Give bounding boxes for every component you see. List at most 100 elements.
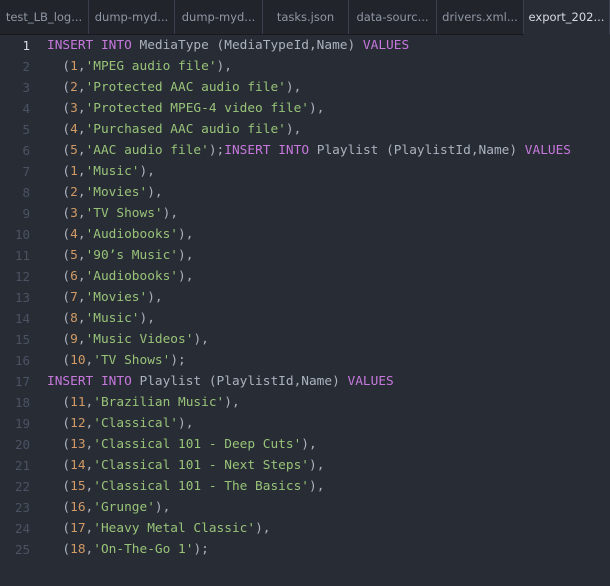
code-token: ( bbox=[47, 206, 71, 221]
code-token: 18 bbox=[70, 542, 86, 557]
line-number: 12 bbox=[14, 269, 30, 284]
code-text: (2,'Movies'), bbox=[47, 182, 162, 203]
code-token: 'Brazilian Music' bbox=[93, 395, 225, 410]
code-token: ), bbox=[309, 101, 325, 116]
line-number: 14 bbox=[14, 311, 30, 326]
tab-5[interactable]: data-sourc... bbox=[349, 0, 437, 34]
tab-1[interactable]: test_LB_log... bbox=[0, 0, 89, 34]
code-line[interactable]: 12 (6,'Audiobooks'), bbox=[0, 266, 610, 287]
code-token: 'Heavy Metal Classic' bbox=[93, 521, 256, 536]
code-token: ( bbox=[47, 269, 71, 284]
code-token: ), bbox=[309, 479, 325, 494]
line-number: 21 bbox=[14, 458, 30, 473]
code-token: INSERT bbox=[47, 38, 94, 53]
line-number: 20 bbox=[14, 437, 30, 452]
code-token: 9 bbox=[70, 332, 78, 347]
code-token: ( bbox=[47, 500, 71, 515]
code-token: 'On-The-Go 1' bbox=[93, 542, 194, 557]
code-token: 'AAC audio file' bbox=[85, 143, 209, 158]
line-number: 22 bbox=[14, 479, 30, 494]
code-line[interactable]: 20 (13,'Classical 101 - Deep Cuts'), bbox=[0, 434, 610, 455]
code-token: ( bbox=[47, 311, 71, 326]
code-text: (2,'Protected AAC audio file'), bbox=[47, 77, 301, 98]
code-text: (8,'Music'), bbox=[47, 308, 155, 329]
code-line[interactable]: 4 (3,'Protected MPEG-4 video file'), bbox=[0, 98, 610, 119]
code-line[interactable]: 22 (15,'Classical 101 - The Basics'), bbox=[0, 476, 610, 497]
code-line[interactable]: 15 (9,'Music Videos'), bbox=[0, 329, 610, 350]
code-editor[interactable]: 1 INSERT INTO MediaType (MediaTypeId,Name… bbox=[0, 35, 610, 586]
code-text: INSERT INTO MediaType (MediaTypeId,Name)… bbox=[47, 35, 409, 56]
code-token: , bbox=[77, 227, 86, 242]
code-token: ( bbox=[47, 290, 71, 305]
line-number: 1 bbox=[22, 38, 30, 53]
tab-7[interactable]: export_202... bbox=[524, 0, 610, 35]
code-line[interactable]: 8 (2,'Movies'), bbox=[0, 182, 610, 203]
code-token: Playlist (PlaylistId,Name) bbox=[131, 374, 348, 389]
code-token: VALUES bbox=[347, 374, 394, 389]
line-number: 18 bbox=[14, 395, 30, 410]
code-line[interactable]: 19 (12,'Classical'), bbox=[0, 413, 610, 434]
code-line[interactable]: 16 (10,'TV Shows'); bbox=[0, 350, 610, 371]
code-token: ), bbox=[255, 521, 271, 536]
code-token: 8 bbox=[70, 311, 78, 326]
code-line[interactable]: 3 (2,'Protected AAC audio file'), bbox=[0, 77, 610, 98]
line-number: 11 bbox=[14, 248, 30, 263]
code-line[interactable]: 13 (7,'Movies'), bbox=[0, 287, 610, 308]
code-token: 3 bbox=[70, 206, 78, 221]
line-number: 4 bbox=[22, 101, 30, 116]
code-token: 'Music' bbox=[85, 311, 140, 326]
code-line[interactable]: 14 (8,'Music'), bbox=[0, 308, 610, 329]
code-token: , bbox=[77, 248, 86, 263]
code-token: ), bbox=[147, 290, 163, 305]
code-token: 5 bbox=[70, 248, 78, 263]
line-number: 16 bbox=[14, 353, 30, 368]
code-token: ), bbox=[224, 395, 240, 410]
code-token: 'Audiobooks' bbox=[85, 227, 179, 242]
tab-4[interactable]: tasks.json bbox=[263, 0, 349, 34]
code-line[interactable]: 10 (4,'Audiobooks'), bbox=[0, 224, 610, 245]
code-text: (17,'Heavy Metal Classic'), bbox=[47, 518, 270, 539]
code-token: ), bbox=[154, 500, 171, 515]
code-token: ( bbox=[47, 143, 71, 158]
code-token: ( bbox=[47, 353, 71, 368]
code-line[interactable]: 1 INSERT INTO MediaType (MediaTypeId,Name… bbox=[0, 35, 610, 56]
code-token: ), bbox=[178, 416, 194, 431]
line-number: 2 bbox=[22, 59, 30, 74]
code-token: INSERT bbox=[224, 143, 271, 158]
tab-6[interactable]: drivers.xml... bbox=[437, 0, 524, 34]
code-token: , bbox=[77, 59, 86, 74]
code-line[interactable]: 24 (17,'Heavy Metal Classic'), bbox=[0, 518, 610, 539]
line-number: 9 bbox=[22, 206, 30, 221]
code-token: VALUES bbox=[362, 38, 410, 53]
code-line[interactable]: 21 (14,'Classical 101 - Next Steps'), bbox=[0, 455, 610, 476]
code-token: 13 bbox=[70, 437, 86, 452]
code-token: ); bbox=[208, 143, 225, 158]
code-line[interactable]: 6 (5,'AAC audio file');INSERT INTO Playl… bbox=[0, 140, 610, 161]
code-token: 16 bbox=[70, 500, 86, 515]
code-token: ( bbox=[47, 185, 71, 200]
code-token: Playlist (PlaylistId,Name) bbox=[309, 143, 525, 158]
code-line[interactable]: 7 (1,'Music'), bbox=[0, 161, 610, 182]
code-text: INSERT INTO Playlist (PlaylistId,Name) V… bbox=[47, 371, 394, 392]
tab-2[interactable]: dump-myd... bbox=[89, 0, 175, 34]
code-token: , bbox=[77, 290, 86, 305]
code-line[interactable]: 18 (11,'Brazilian Music'), bbox=[0, 392, 610, 413]
code-token: 'Classical' bbox=[93, 416, 179, 431]
code-line[interactable]: 2 (1,'MPEG audio file'), bbox=[0, 56, 610, 77]
code-token: MediaType (MediaTypeId,Name) bbox=[131, 38, 363, 53]
code-line[interactable]: 11 (5,'90’s Music'), bbox=[0, 245, 610, 266]
tab-3[interactable]: dump-myd... bbox=[175, 0, 263, 34]
code-token: INTO bbox=[278, 143, 310, 158]
code-line[interactable]: 25 (18,'On-The-Go 1'); bbox=[0, 539, 610, 560]
code-text: (3,'Protected MPEG-4 video file'), bbox=[47, 98, 324, 119]
line-number: 17 bbox=[14, 374, 30, 389]
code-line[interactable]: 5 (4,'Purchased AAC audio file'), bbox=[0, 119, 610, 140]
code-token: 2 bbox=[70, 185, 78, 200]
code-text: (3,'TV Shows'), bbox=[47, 203, 178, 224]
code-token: ), bbox=[178, 227, 194, 242]
code-token: ( bbox=[47, 59, 71, 74]
code-line[interactable]: 9 (3,'TV Shows'), bbox=[0, 203, 610, 224]
code-line[interactable]: 23 (16,'Grunge'), bbox=[0, 497, 610, 518]
code-line[interactable]: 17 INSERT INTO Playlist (PlaylistId,Name)… bbox=[0, 371, 610, 392]
